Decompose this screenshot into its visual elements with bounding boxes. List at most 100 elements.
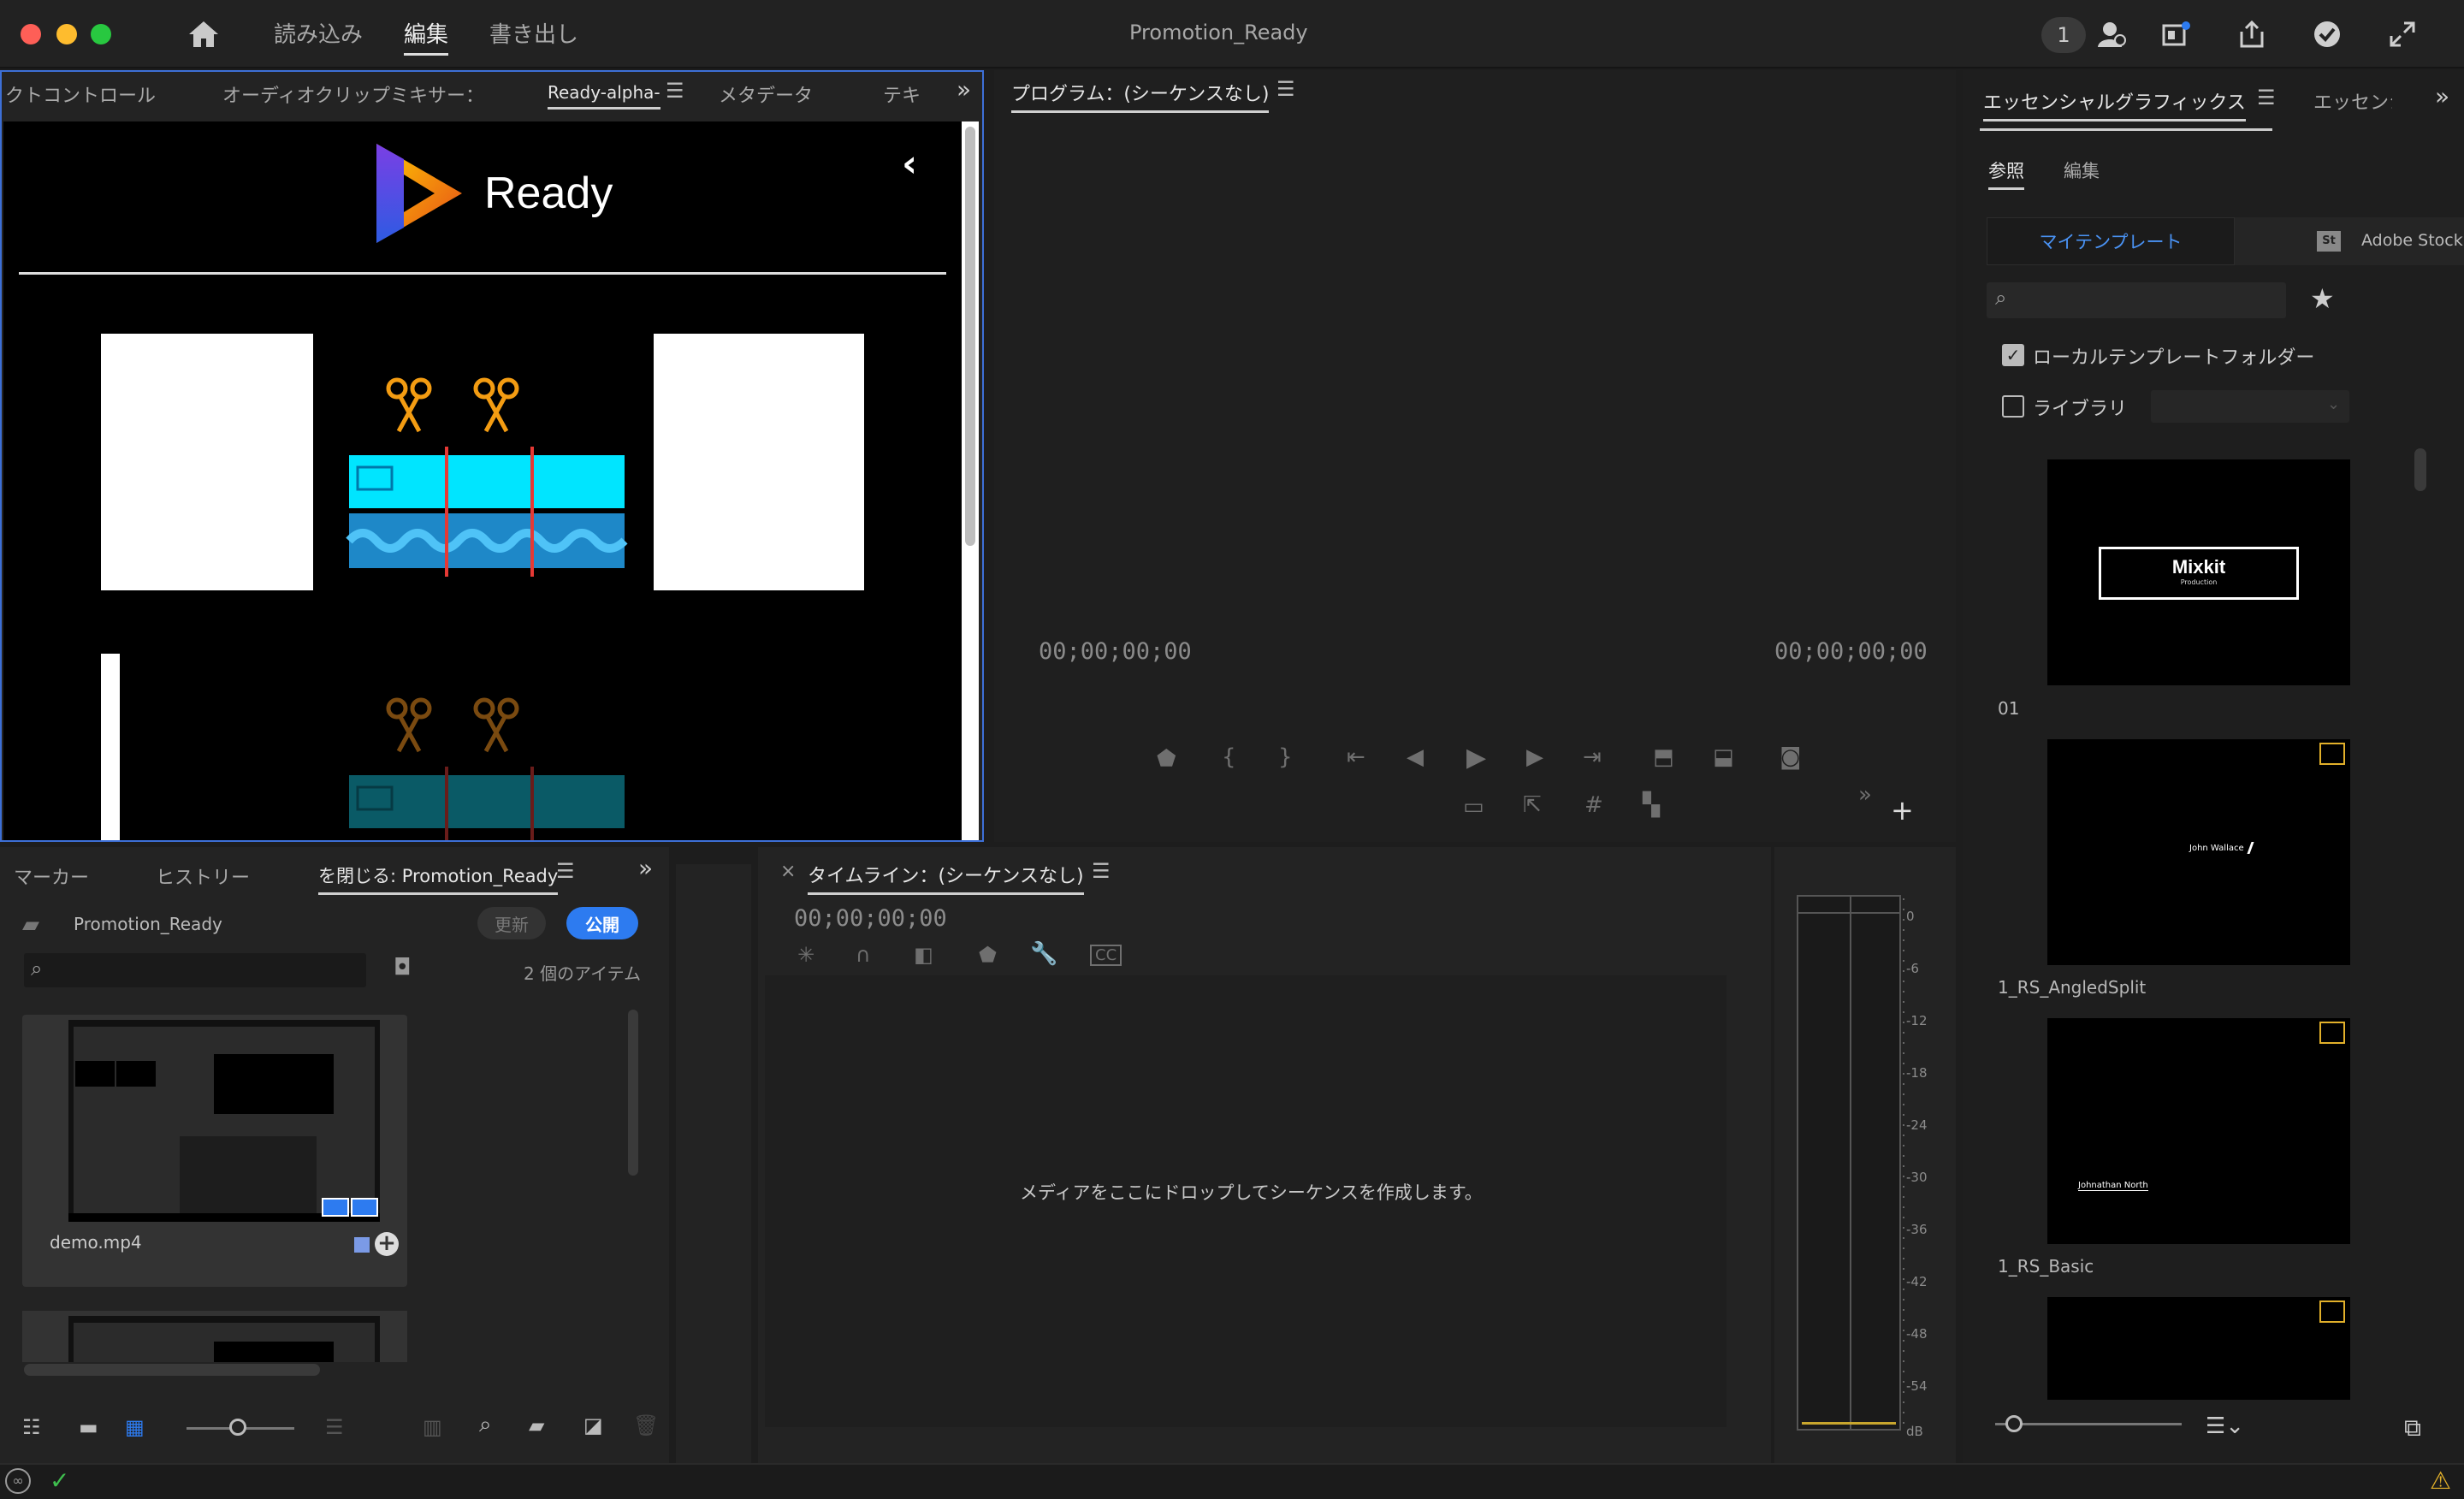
grid-icon[interactable]: # (1584, 792, 1603, 818)
tab-essential-graphics[interactable]: エッセンシャルグラフィックス (1983, 87, 2246, 121)
automate-icon[interactable]: ▥ (423, 1415, 442, 1439)
tutorial-card-left[interactable] (101, 334, 313, 590)
mark-out-icon[interactable]: } (1278, 744, 1293, 770)
sort-icon[interactable]: ☰ (325, 1415, 344, 1439)
captions-icon[interactable]: CC (1090, 945, 1122, 966)
add-clip-icon[interactable]: + (375, 1232, 399, 1256)
subtab-edit[interactable]: 編集 (2064, 157, 2100, 183)
more-tabs-icon[interactable]: » (638, 854, 653, 882)
home-icon[interactable] (185, 15, 222, 53)
minimize-window-button[interactable] (56, 24, 77, 44)
nav-export[interactable]: 書き出し (489, 17, 578, 49)
library-checkbox[interactable] (2002, 395, 2024, 418)
nav-edit[interactable]: 編集 (404, 17, 449, 56)
tab-markers[interactable]: マーカー (14, 862, 89, 890)
scrollbar-thumb[interactable] (965, 127, 975, 546)
project-hscrollbar[interactable] (24, 1364, 320, 1376)
go-to-in-icon[interactable]: ⇤ (1347, 744, 1365, 770)
update-button[interactable]: 更新 (477, 907, 546, 939)
template-search-input[interactable]: ⌕ (1987, 282, 2286, 318)
warning-icon[interactable]: ⚠ (2430, 1466, 2451, 1495)
project-search-input[interactable]: ⌕ (24, 953, 366, 987)
eg-menu-icon[interactable]: ☰ (2257, 86, 2276, 110)
share-icon[interactable] (2233, 15, 2271, 53)
nest-icon[interactable]: ✳ (797, 943, 814, 967)
zoom-slider-handle[interactable] (229, 1419, 246, 1436)
more-tabs-icon[interactable]: » (2435, 82, 2449, 110)
add-template-icon[interactable]: ⧉ (2404, 1413, 2421, 1443)
library-select[interactable]: ⌄ (2151, 390, 2349, 423)
program-timecode-left[interactable]: 00;00;00;00 (1039, 638, 1192, 665)
extract-icon[interactable]: ⬓ (1713, 744, 1734, 770)
tab-text[interactable]: テキ (883, 80, 921, 108)
freeform-view-icon[interactable]: ▦ (125, 1415, 145, 1439)
clip-item[interactable]: demo.mp4 + (22, 1015, 407, 1287)
step-back-icon[interactable]: ◀ (1407, 744, 1424, 770)
tab-audio-clip-mixer[interactable]: オーディオクリップミキサー： (222, 80, 484, 108)
program-menu-icon[interactable]: ☰ (1276, 77, 1295, 101)
close-tab-icon[interactable]: × (780, 861, 796, 882)
favorites-star-icon[interactable]: ★ (2310, 282, 2335, 315)
find-icon[interactable]: ⌕ (479, 1412, 492, 1438)
nav-import[interactable]: 読み込み (274, 17, 363, 49)
tab-metadata[interactable]: メタデータ (719, 80, 813, 108)
timeline-timecode[interactable]: 00;00;00;00 (794, 905, 947, 932)
lift-icon[interactable]: ⬒ (1653, 744, 1674, 770)
clip-item[interactable] (22, 1311, 407, 1362)
sort-templates-icon[interactable]: ☰⌄ (2206, 1413, 2244, 1439)
wrench-settings-icon[interactable]: 🔧 (1030, 941, 1057, 967)
timeline-drop-area[interactable]: メディアをここにドロップしてシーケンスを作成します。 (765, 975, 1727, 1427)
check-status-icon[interactable] (2308, 15, 2346, 53)
thumbnail-size-handle[interactable] (2005, 1415, 2023, 1432)
program-title[interactable]: プログラム：(シーケンスなし) (1011, 79, 1270, 113)
adobe-stock-tab[interactable]: Adobe Stock (2361, 231, 2463, 250)
thumbnail-size-slider[interactable] (1995, 1423, 2182, 1425)
list-view-icon[interactable]: ☷ (22, 1415, 41, 1439)
tab-ready-alpha[interactable]: Ready-alpha- (548, 82, 660, 110)
tab-history[interactable]: ヒストリー (156, 862, 250, 890)
mark-in-icon[interactable]: { (1222, 744, 1236, 770)
tab-essential-sound[interactable]: エッセンシ (2313, 87, 2392, 115)
tutorial-card-right[interactable] (654, 334, 864, 590)
templates-scrollbar[interactable] (2414, 448, 2426, 491)
trash-icon[interactable]: 🗑 (633, 1413, 659, 1437)
export-frame-icon[interactable]: ◙ (1780, 744, 1801, 770)
linked-selection-icon[interactable]: ◧ (914, 943, 933, 967)
back-chevron-icon[interactable]: ‹ (902, 142, 917, 186)
template-thumbnail[interactable] (2047, 1297, 2350, 1400)
project-menu-icon[interactable]: ☰ (556, 859, 575, 883)
tab-project[interactable]: を閉じる: Promotion_Ready (318, 862, 559, 895)
publish-button[interactable]: 公開 (566, 907, 638, 939)
quick-export-icon[interactable] (2158, 15, 2195, 53)
snap-icon[interactable]: ∩ (856, 943, 871, 967)
icon-view-icon[interactable]: ▬ (79, 1415, 98, 1439)
play-icon[interactable]: ▶ (1466, 743, 1486, 773)
fullscreen-icon[interactable] (2384, 15, 2421, 53)
add-button-icon[interactable]: + (1891, 794, 1914, 827)
creative-cloud-icon[interactable]: ∞ (5, 1468, 31, 1494)
go-to-out-icon[interactable]: ⇥ (1583, 744, 1602, 770)
add-marker-icon[interactable]: ⬟ (979, 943, 997, 967)
vr-export-icon[interactable]: ⇱ (1523, 792, 1542, 818)
find-icon[interactable]: ◘ (394, 955, 412, 981)
timeline-title[interactable]: タイムライン：(シーケンスなし) (808, 861, 1084, 895)
more-controls-icon[interactable]: » (1858, 782, 1872, 808)
tutorial-card-partial[interactable] (101, 654, 120, 840)
zoom-window-button[interactable] (91, 24, 111, 44)
source-scrollbar[interactable] (962, 121, 979, 840)
local-folder-checkbox[interactable]: ✓ (2002, 344, 2024, 366)
timeline-menu-icon[interactable]: ☰ (1092, 859, 1111, 883)
template-thumbnail-01[interactable]: Mixkit Production (2047, 459, 2350, 685)
subtab-browse[interactable]: 参照 (1988, 157, 2024, 190)
clip-label-color[interactable] (354, 1237, 370, 1253)
add-marker-icon[interactable]: ⬟ (1157, 746, 1176, 772)
my-templates-tab[interactable]: マイテンプレート (1987, 217, 2235, 265)
new-item-icon[interactable]: ◪ (583, 1413, 603, 1437)
collaborator-count[interactable]: 1 (2041, 17, 2086, 53)
step-forward-icon[interactable]: ▶ (1526, 744, 1543, 770)
template-thumbnail-angledsplit[interactable]: John Wallace (2047, 739, 2350, 965)
safe-margins-icon[interactable]: ▭ (1463, 794, 1484, 820)
close-window-button[interactable] (21, 24, 41, 44)
panel-menu-icon[interactable]: ☰ (666, 79, 684, 103)
user-collab-icon[interactable] (2093, 15, 2130, 53)
